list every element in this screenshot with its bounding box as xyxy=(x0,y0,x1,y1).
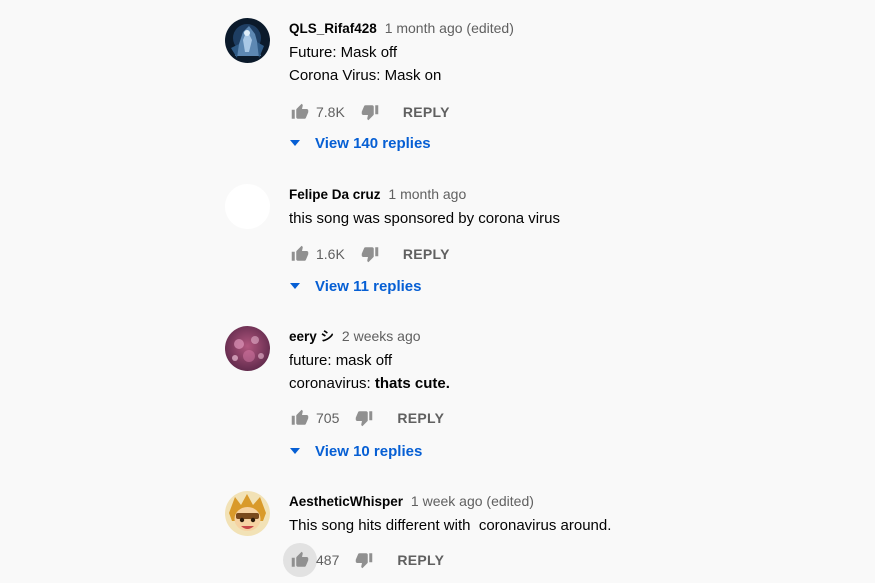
reply-button[interactable]: REPLY xyxy=(403,246,450,262)
comment-line-bold: thats cute. xyxy=(374,375,450,392)
comment-timestamp[interactable]: 2 weeks ago xyxy=(342,328,421,344)
dislike-button[interactable] xyxy=(353,549,375,571)
like-button[interactable] xyxy=(283,543,317,577)
view-replies-button[interactable]: View 11 replies xyxy=(289,274,421,298)
comment-line: this song was sponsored by corona virus xyxy=(289,210,560,227)
avatar[interactable] xyxy=(225,184,270,229)
comment-timestamp[interactable]: 1 month ago xyxy=(388,186,466,202)
thumb-down-icon xyxy=(356,411,373,427)
reply-button[interactable]: REPLY xyxy=(403,104,450,120)
dislike-button[interactable] xyxy=(359,101,381,123)
thumb-down-icon xyxy=(356,553,373,569)
avatar[interactable] xyxy=(225,18,270,63)
chevron-down-icon xyxy=(289,445,301,457)
thumb-down-icon xyxy=(361,247,379,263)
dislike-button[interactable] xyxy=(359,243,381,265)
comment-actions: 487 REPLY xyxy=(283,543,444,577)
like-button[interactable] xyxy=(289,407,311,429)
comment-line: future: mask off xyxy=(289,352,393,369)
comment-line: coronavirus: thats cute. xyxy=(289,372,845,395)
comment-actions: 7.8K REPLY xyxy=(289,98,450,126)
comment-line: Future: Mask off xyxy=(289,44,398,61)
thumb-up-icon xyxy=(291,103,309,119)
author-name[interactable]: eery シ xyxy=(289,329,334,344)
avatar[interactable] xyxy=(225,491,270,536)
comment-header: QLS_Rifaf428 1 month ago (edited) xyxy=(289,18,845,38)
comment-timestamp[interactable]: 1 month ago (edited) xyxy=(385,20,514,36)
comment-text: this song was sponsored by corona virus xyxy=(289,207,845,230)
author-name[interactable]: Felipe Da cruz xyxy=(289,187,381,202)
like-button[interactable] xyxy=(289,243,311,265)
comment-text: This song hits different with coronaviru… xyxy=(289,514,845,537)
comment-line: Corona Virus: Mask on xyxy=(289,67,442,84)
comment-text: future: mask off coronavirus: thats cute… xyxy=(289,349,845,395)
like-count: 487 xyxy=(316,552,340,568)
like-button[interactable] xyxy=(289,101,311,123)
dislike-button[interactable] xyxy=(353,407,375,429)
like-count: 705 xyxy=(316,410,340,426)
comment-timestamp[interactable]: 1 week ago (edited) xyxy=(411,493,534,509)
avatar[interactable] xyxy=(225,326,270,371)
reply-button[interactable]: REPLY xyxy=(397,552,444,568)
view-replies-button[interactable]: View 10 replies xyxy=(289,439,422,463)
thumb-up-icon xyxy=(291,551,309,567)
comments-section: QLS_Rifaf428 1 month ago (edited) Future… xyxy=(0,0,875,583)
chevron-down-icon xyxy=(289,280,301,292)
author-name[interactable]: QLS_Rifaf428 xyxy=(289,21,377,36)
comment-header: Felipe Da cruz 1 month ago xyxy=(289,184,845,204)
comment-line: This song hits different with coronaviru… xyxy=(289,517,612,534)
view-replies-label: View 10 replies xyxy=(315,442,423,460)
comment-line-prefix: coronavirus: xyxy=(289,375,375,392)
comment-actions: 1.6K REPLY xyxy=(289,240,450,268)
view-replies-button[interactable]: View 140 replies xyxy=(289,131,431,155)
view-replies-label: View 140 replies xyxy=(315,134,431,152)
view-replies-label: View 11 replies xyxy=(315,277,422,295)
like-count: 1.6K xyxy=(316,246,345,262)
comment-header: AestheticWhisper 1 week ago (edited) xyxy=(289,491,845,511)
comment-text: Future: Mask off Corona Virus: Mask on xyxy=(289,41,845,87)
like-count: 7.8K xyxy=(316,104,345,120)
chevron-down-icon xyxy=(289,137,301,149)
thumb-down-icon xyxy=(361,105,379,121)
comment-header: eery シ 2 weeks ago xyxy=(289,326,845,346)
comment-actions: 705 REPLY xyxy=(289,404,444,432)
reply-button[interactable]: REPLY xyxy=(397,410,444,426)
author-name[interactable]: AestheticWhisper xyxy=(289,494,403,509)
thumb-up-icon xyxy=(291,245,309,261)
thumb-up-icon xyxy=(291,409,309,425)
